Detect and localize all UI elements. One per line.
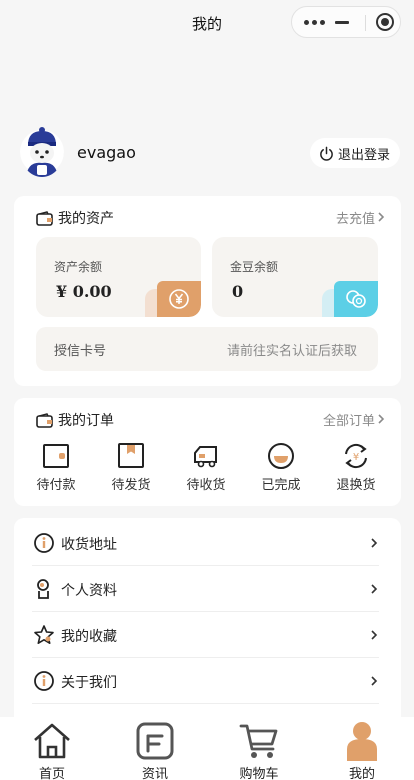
tab-home[interactable]: 首页: [7, 721, 97, 780]
coins-icon: [322, 277, 378, 317]
chevron-right-icon: [371, 538, 378, 548]
order-label: 退换货: [336, 478, 376, 493]
order-label: 待收货: [186, 478, 226, 493]
tab-bar: 首页 资讯 购物车 我的: [0, 717, 414, 780]
mini-program-capsule: [291, 6, 401, 38]
close-target-icon[interactable]: [376, 13, 394, 31]
recharge-link[interactable]: 去充值: [336, 208, 375, 227]
credit-card-hint: 请前往实名认证后获取: [226, 344, 357, 359]
order-pending-shipment[interactable]: 待发货: [96, 442, 166, 493]
refund-icon: ¥: [345, 443, 367, 469]
menu-label: 收货地址: [61, 537, 117, 553]
logout-button[interactable]: 退出登录: [309, 138, 400, 168]
balance-label: 资产余额: [54, 260, 103, 274]
menu-item-profile[interactable]: 个人资料: [14, 566, 401, 612]
menu-label: 关于我们: [61, 675, 117, 691]
orders-card: 我的订单 全部订单 待付款 待发货 待收货 已完成 ¥ 退换货: [14, 398, 401, 506]
home-icon: [34, 723, 70, 759]
wallet-icon: [36, 412, 53, 428]
menu-item-favorites[interactable]: 我的收藏: [14, 612, 401, 658]
star-icon: [34, 625, 54, 644]
order-completed[interactable]: 已完成: [246, 442, 316, 493]
order-status-row: 待付款 待发货 待收货 已完成 ¥ 退换货: [14, 442, 401, 502]
logout-label: 退出登录: [337, 147, 390, 163]
orders-title: 我的订单: [58, 413, 114, 429]
chevron-right-icon: [371, 584, 378, 594]
wallet-icon: [43, 444, 69, 468]
profile-header: evagao 退出登录: [20, 125, 400, 180]
menu-label: 个人资料: [61, 583, 117, 599]
credit-card-label: 授信卡号: [54, 344, 107, 359]
minimize-icon[interactable]: [335, 21, 349, 24]
menu-card: 收货地址 个人资料 我的收藏 关于我们: [14, 518, 401, 718]
balance-box[interactable]: 资产余额 ¥ 0.00: [36, 237, 201, 317]
tab-label: 我的: [348, 767, 375, 780]
gold-box[interactable]: 金豆余额 0: [212, 237, 378, 317]
order-label: 待付款: [36, 478, 76, 493]
orders-header: 我的订单: [36, 410, 114, 430]
gold-label: 金豆余额: [230, 260, 279, 274]
assets-card: 我的资产 去充值 资产余额 ¥ 0.00 金豆余额 0 授信卡号 请前往实名认证…: [14, 196, 401, 386]
order-pending-payment[interactable]: 待付款: [21, 442, 91, 493]
chevron-right-icon: [378, 212, 385, 222]
menu-item-about[interactable]: 关于我们: [14, 658, 401, 704]
assets-header: 我的资产: [36, 208, 114, 228]
tab-label: 资讯: [141, 767, 168, 780]
order-pending-receipt[interactable]: 待收货: [171, 442, 241, 493]
more-icon[interactable]: [304, 20, 326, 26]
profile-icon: [347, 722, 377, 761]
box-icon: [118, 443, 144, 468]
capsule-divider: [365, 15, 366, 31]
divider: [32, 703, 379, 704]
chevron-right-icon: [371, 676, 378, 686]
tab-label: 购物车: [239, 767, 279, 780]
credit-card-row[interactable]: 授信卡号 请前往实名认证后获取: [36, 327, 378, 371]
svg-text:¥: ¥: [353, 452, 359, 463]
cart-icon: [239, 724, 278, 758]
order-refund[interactable]: ¥ 退换货: [321, 442, 391, 493]
chevron-right-icon: [371, 630, 378, 640]
done-icon: [268, 443, 294, 469]
tab-label: 首页: [38, 767, 65, 780]
truck-icon: [194, 446, 217, 468]
news-icon: [136, 722, 174, 760]
user-icon: [37, 579, 49, 599]
menu-label: 我的收藏: [61, 629, 117, 645]
avatar[interactable]: [20, 125, 64, 177]
all-orders-link[interactable]: 全部订单: [323, 410, 375, 429]
gold-value: 0: [232, 282, 244, 301]
username: evagao: [77, 143, 136, 162]
yuan-icon: [145, 277, 201, 317]
assets-title: 我的资产: [58, 211, 114, 227]
info-icon: [34, 671, 54, 691]
wallet-icon: [36, 210, 53, 226]
tab-cart[interactable]: 购物车: [214, 721, 304, 780]
order-label: 已完成: [261, 478, 301, 493]
balance-value: ¥ 0.00: [56, 282, 112, 301]
tab-news[interactable]: 资讯: [110, 721, 200, 780]
chevron-right-icon: [378, 414, 385, 424]
menu-item-address[interactable]: 收货地址: [14, 520, 401, 566]
navigation-bar: 我的: [0, 0, 414, 46]
power-icon: [320, 146, 333, 161]
info-icon: [34, 533, 54, 553]
order-label: 待发货: [111, 478, 151, 493]
tab-profile[interactable]: 我的: [317, 721, 407, 780]
